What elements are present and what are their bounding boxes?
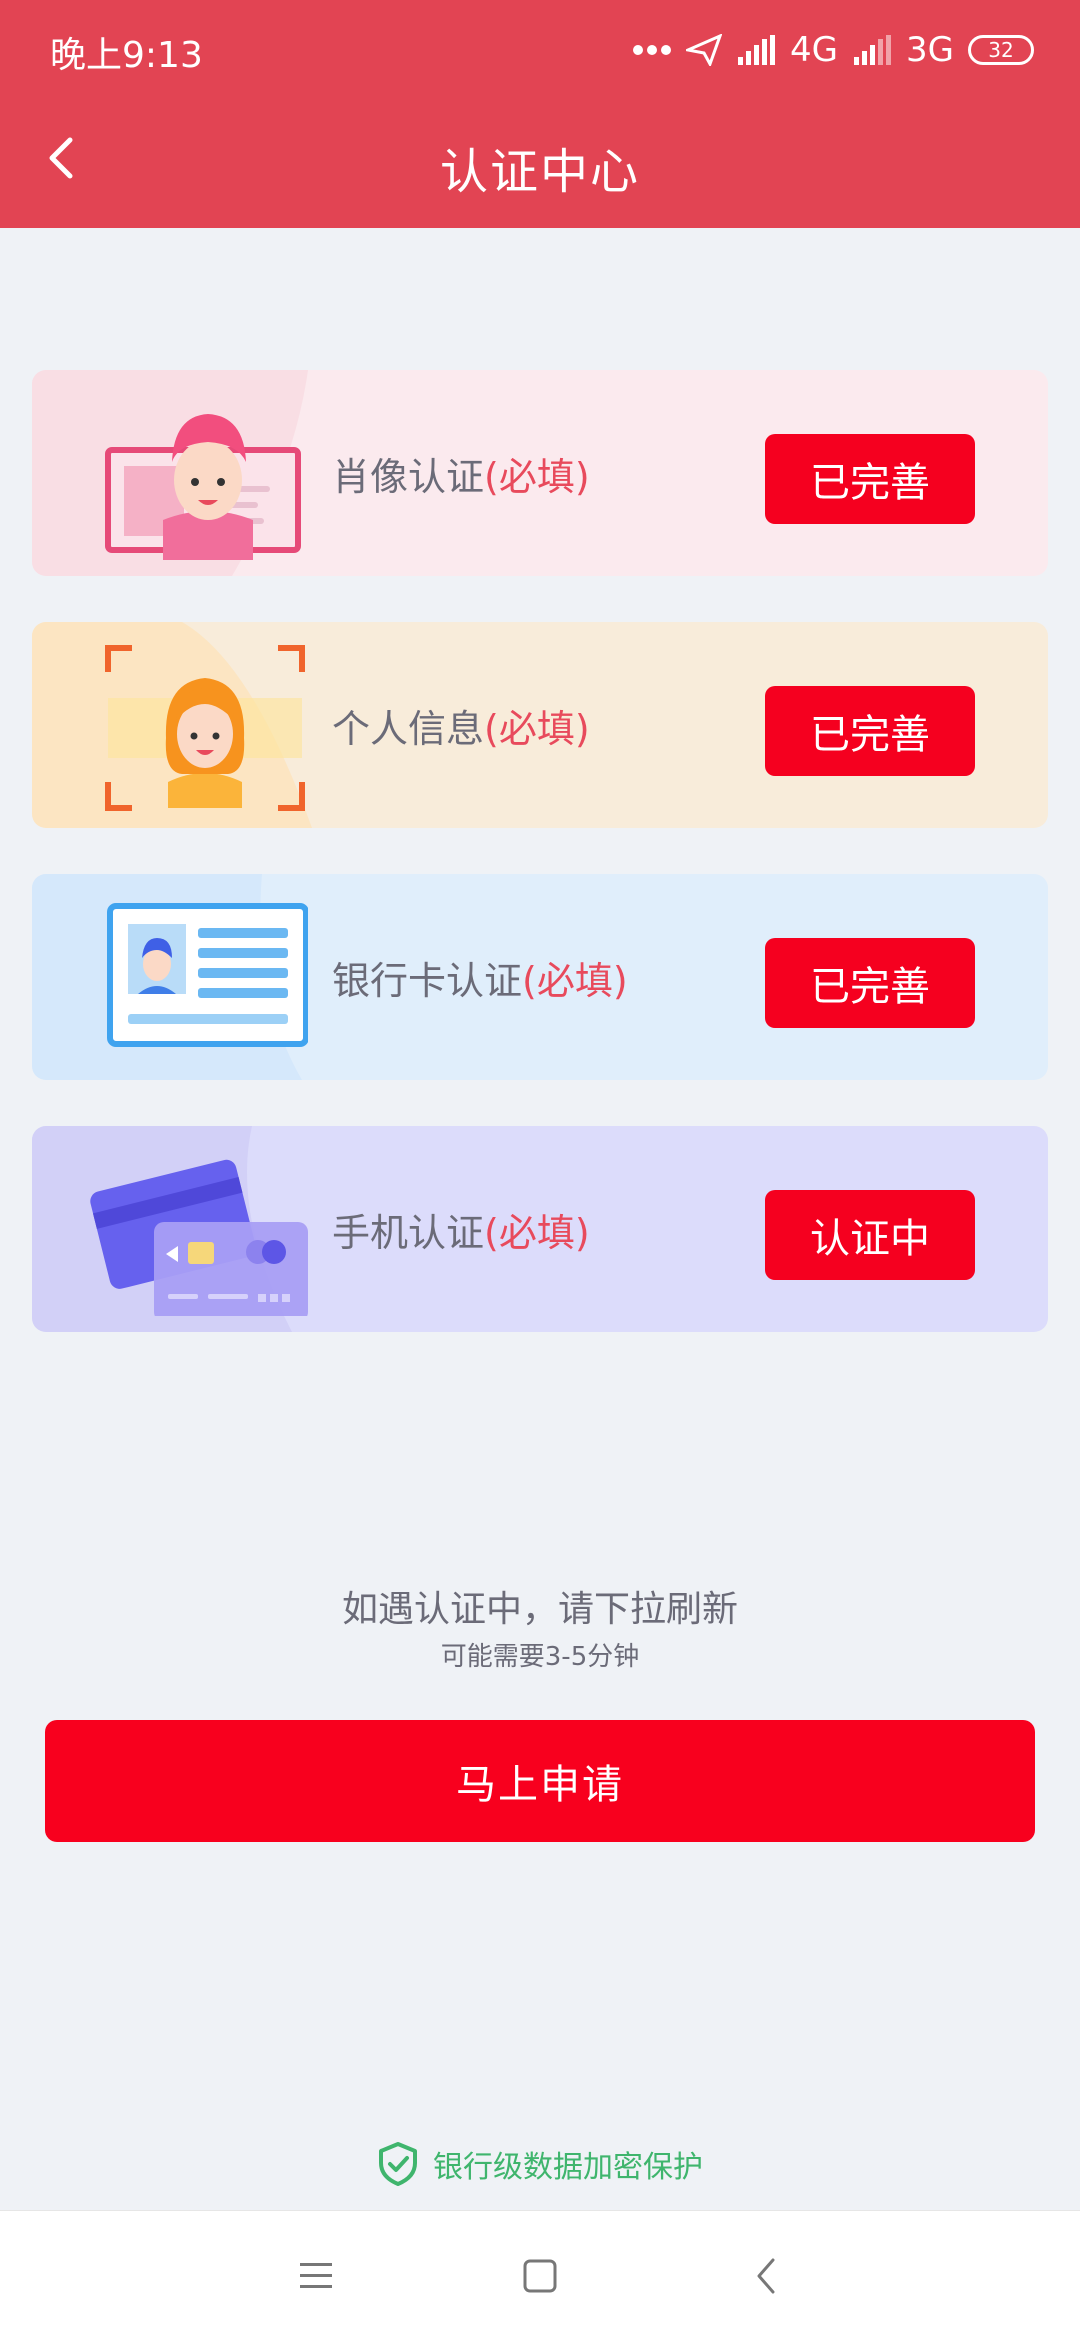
card-label: 手机认证(必填): [332, 1211, 590, 1255]
status-button[interactable]: 认证中: [765, 1190, 975, 1280]
status-icons: 4G 3G 32: [632, 26, 1034, 74]
status-button[interactable]: 已完善: [765, 434, 975, 524]
card-phone-verification[interactable]: 手机认证(必填) 认证中: [32, 1126, 1048, 1332]
refresh-tip-subtitle: 可能需要3-5分钟: [440, 1642, 640, 1672]
home-square-icon: [523, 2259, 557, 2293]
refresh-tip-title: 如遇认证中，请下拉刷新: [341, 1589, 738, 1630]
network-type-1: 4G: [790, 30, 839, 70]
more-dots-icon: [633, 45, 672, 55]
phone-card-icon: [90, 1159, 308, 1316]
status-button[interactable]: 已完善: [765, 938, 975, 1028]
nav-back-button[interactable]: [736, 2246, 796, 2306]
system-nav-bar: [0, 2210, 1080, 2340]
card-label: 银行卡认证(必填): [332, 959, 628, 1003]
security-text: 银行级数据加密保护: [433, 2150, 703, 2185]
card-bank-card-verification[interactable]: 银行卡认证(必填) 已完善: [32, 874, 1048, 1080]
card-personal-info[interactable]: 个人信息(必填) 已完善: [32, 622, 1048, 828]
portrait-icon: [105, 414, 301, 560]
back-chevron-icon: [757, 2258, 775, 2294]
menu-icon: [300, 2263, 332, 2288]
apply-now-button[interactable]: 马上申请: [45, 1720, 1035, 1842]
personal-info-icon: [105, 645, 305, 811]
nav-menu-button[interactable]: [286, 2246, 346, 2306]
signal-icon: [854, 35, 892, 65]
page-title: 认证中心: [439, 144, 640, 200]
nav-home-button[interactable]: [510, 2246, 570, 2306]
shield-check-icon: [379, 2142, 417, 2186]
network-type-2: 3G: [906, 30, 954, 70]
card-label: 个人信息(必填): [332, 707, 590, 751]
card-label: 肖像认证(必填): [332, 455, 590, 499]
card-portrait-verification[interactable]: 肖像认证(必填) 已完善: [32, 370, 1048, 576]
status-time: 晚上9:13: [50, 35, 203, 76]
send-icon: [686, 34, 723, 66]
security-notice: 银行级数据加密保护: [0, 2136, 1080, 2192]
signal-icon: [738, 35, 776, 65]
status-bar: 晚上9:13 4G 3G 32: [0, 0, 1080, 100]
battery-indicator: 32: [968, 35, 1034, 65]
status-button[interactable]: 已完善: [765, 686, 975, 776]
bank-card-icon: [107, 903, 308, 1047]
header-bar: 晚上9:13 4G 3G 32 认证中心: [0, 0, 1080, 228]
